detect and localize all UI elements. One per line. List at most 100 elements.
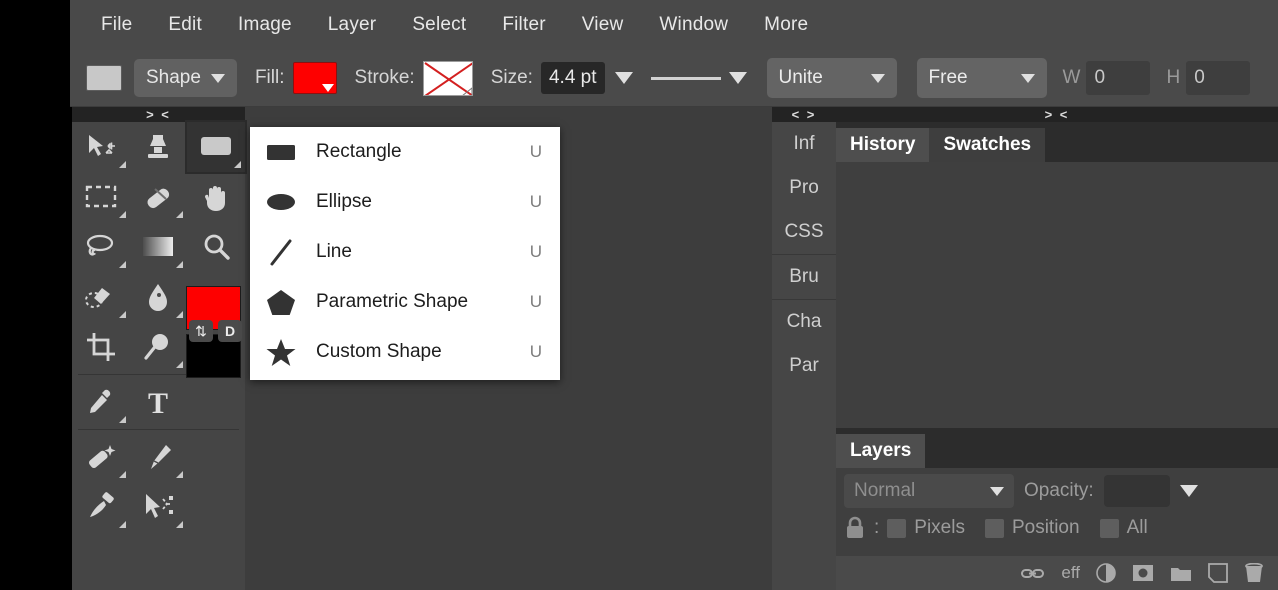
menu-item-window[interactable]: Window — [641, 8, 746, 42]
opacity-input[interactable] — [1103, 475, 1170, 507]
tool-smudge-brush[interactable] — [72, 272, 130, 322]
menu-item-edit[interactable]: Edit — [150, 8, 220, 42]
sidebar-item-info[interactable]: Inf — [772, 122, 836, 166]
panel-content-area[interactable] — [836, 162, 1278, 428]
menu-item-rectangle[interactable]: Rectangle U — [250, 127, 560, 177]
height-label: H — [1166, 67, 1181, 88]
right-panel-collapse-handle[interactable]: > < — [836, 107, 1278, 122]
magnifier-icon — [144, 334, 169, 360]
tools-panel-collapse-handle[interactable]: > < — [72, 107, 245, 122]
blend-mode-label: Normal — [854, 480, 916, 501]
tool-blur[interactable] — [130, 272, 188, 322]
new-group-icon[interactable] — [1170, 565, 1192, 582]
menu-item-file[interactable]: File — [83, 8, 150, 42]
move-tool-icon — [88, 135, 115, 156]
smudge-brush-tool-icon — [84, 288, 110, 308]
menu-item-label: Custom Shape — [316, 341, 442, 362]
constraint-dropdown[interactable]: Free — [916, 58, 1047, 98]
sidebar-item-paragraph[interactable]: Par — [772, 344, 836, 388]
tool-path-select[interactable] — [130, 482, 188, 532]
layers-panel: Layers Normal Opacity: : Pixels Position… — [836, 428, 1278, 590]
tool-group-corner-icon — [118, 261, 126, 268]
rectangle-icon — [264, 142, 298, 162]
tool-type[interactable]: T — [130, 377, 188, 427]
sidebar-item-brushes[interactable]: Bru — [772, 255, 836, 299]
menu-item-line[interactable]: Line U — [250, 227, 560, 277]
tool-zoom[interactable] — [187, 222, 245, 272]
lock-pixels-checkbox[interactable] — [887, 518, 907, 538]
blend-mode-dropdown[interactable]: Normal — [844, 474, 1014, 508]
adjustment-layer-icon[interactable] — [1096, 563, 1116, 583]
new-layer-icon[interactable] — [1208, 563, 1228, 583]
tool-gradient[interactable] — [130, 222, 188, 272]
line-style-chevron-down-icon — [728, 72, 747, 84]
tool-eyedropper[interactable] — [72, 377, 130, 427]
tool-zoom-secondary[interactable] — [130, 322, 188, 372]
path-operation-dropdown[interactable]: Unite — [766, 58, 897, 98]
line-style-preview-icon — [650, 76, 721, 80]
tool-lasso[interactable] — [72, 222, 130, 272]
sidebar-item-properties[interactable]: Pro — [772, 166, 836, 210]
delete-layer-icon[interactable] — [1244, 562, 1264, 584]
menu-bar: File Edit Image Layer Select Filter View… — [70, 0, 1278, 50]
shape-mode-dropdown[interactable]: Shape — [134, 59, 237, 97]
opacity-label: Opacity: — [1024, 480, 1094, 501]
height-input[interactable]: 0 — [1186, 61, 1251, 95]
tool-clone-stamp[interactable] — [130, 122, 188, 172]
layer-mask-icon[interactable] — [1132, 564, 1154, 582]
vtabs-collapse-handle[interactable]: < > — [772, 107, 836, 122]
tool-group-corner-icon — [118, 521, 126, 528]
tool-group-corner-icon — [118, 211, 126, 218]
menu-item-layer[interactable]: Layer — [310, 8, 395, 42]
swap-colors-icon[interactable]: ⇅ — [189, 320, 213, 342]
lock-all-checkbox[interactable] — [1099, 518, 1119, 538]
stroke-size-input[interactable]: 4.4 pt — [540, 62, 605, 94]
menu-item-select[interactable]: Select — [394, 8, 484, 42]
layer-blend-controls: Normal Opacity: — [836, 468, 1278, 514]
active-tool-preview[interactable] — [86, 65, 122, 91]
sidebar-item-css[interactable]: CSS — [772, 210, 836, 254]
menu-item-ellipse[interactable]: Ellipse U — [250, 177, 560, 227]
tool-brush[interactable] — [72, 482, 130, 532]
tab-swatches[interactable]: Swatches — [929, 128, 1046, 162]
tool-group-corner-icon — [176, 311, 184, 318]
menu-item-custom-shape[interactable]: Custom Shape U — [250, 327, 560, 377]
lock-position-label: Position — [1011, 517, 1080, 538]
opacity-chevron-down-icon[interactable] — [1179, 485, 1198, 497]
crop-tool-icon — [86, 333, 115, 361]
tool-rectangular-marquee[interactable] — [72, 172, 130, 222]
default-colors-button[interactable]: D — [218, 320, 242, 342]
line-style-dropdown[interactable] — [650, 72, 747, 84]
tool-move[interactable] — [72, 122, 130, 172]
tool-eraser[interactable] — [130, 172, 188, 222]
line-icon — [264, 237, 298, 267]
tool-shape[interactable] — [185, 120, 247, 174]
link-layers-icon[interactable] — [1021, 566, 1045, 580]
tool-group-corner-icon — [118, 471, 126, 478]
sidebar-item-channels[interactable]: Cha — [772, 300, 836, 344]
menu-item-parametric-shape[interactable]: Parametric Shape U — [250, 277, 560, 327]
tool-group-corner-icon — [118, 416, 126, 423]
tool-hand[interactable] — [187, 172, 245, 222]
tool-magic-wand[interactable] — [72, 432, 130, 482]
menu-item-shortcut: U — [529, 142, 542, 161]
size-chevron-down-icon[interactable] — [614, 72, 633, 84]
menu-item-label: Parametric Shape — [316, 291, 469, 312]
width-input[interactable]: 0 — [1086, 61, 1151, 95]
tab-history[interactable]: History — [836, 128, 930, 162]
fill-color-swatch[interactable] — [292, 62, 337, 94]
constraint-label: Free — [928, 67, 968, 88]
menu-item-image[interactable]: Image — [220, 8, 310, 42]
menu-item-more[interactable]: More — [746, 8, 826, 42]
stroke-color-swatch[interactable] — [422, 60, 473, 96]
layer-effects-icon[interactable]: eff — [1061, 563, 1080, 583]
menu-item-shortcut: U — [529, 192, 542, 211]
menu-item-view[interactable]: View — [564, 8, 642, 42]
menu-item-filter[interactable]: Filter — [484, 8, 563, 42]
menu-item-shortcut: U — [529, 342, 542, 361]
tab-layers[interactable]: Layers — [836, 434, 926, 468]
tool-group-corner-icon — [118, 311, 126, 318]
lock-position-checkbox[interactable] — [984, 518, 1004, 538]
tool-pen[interactable] — [130, 432, 188, 482]
tool-crop[interactable] — [72, 322, 130, 372]
